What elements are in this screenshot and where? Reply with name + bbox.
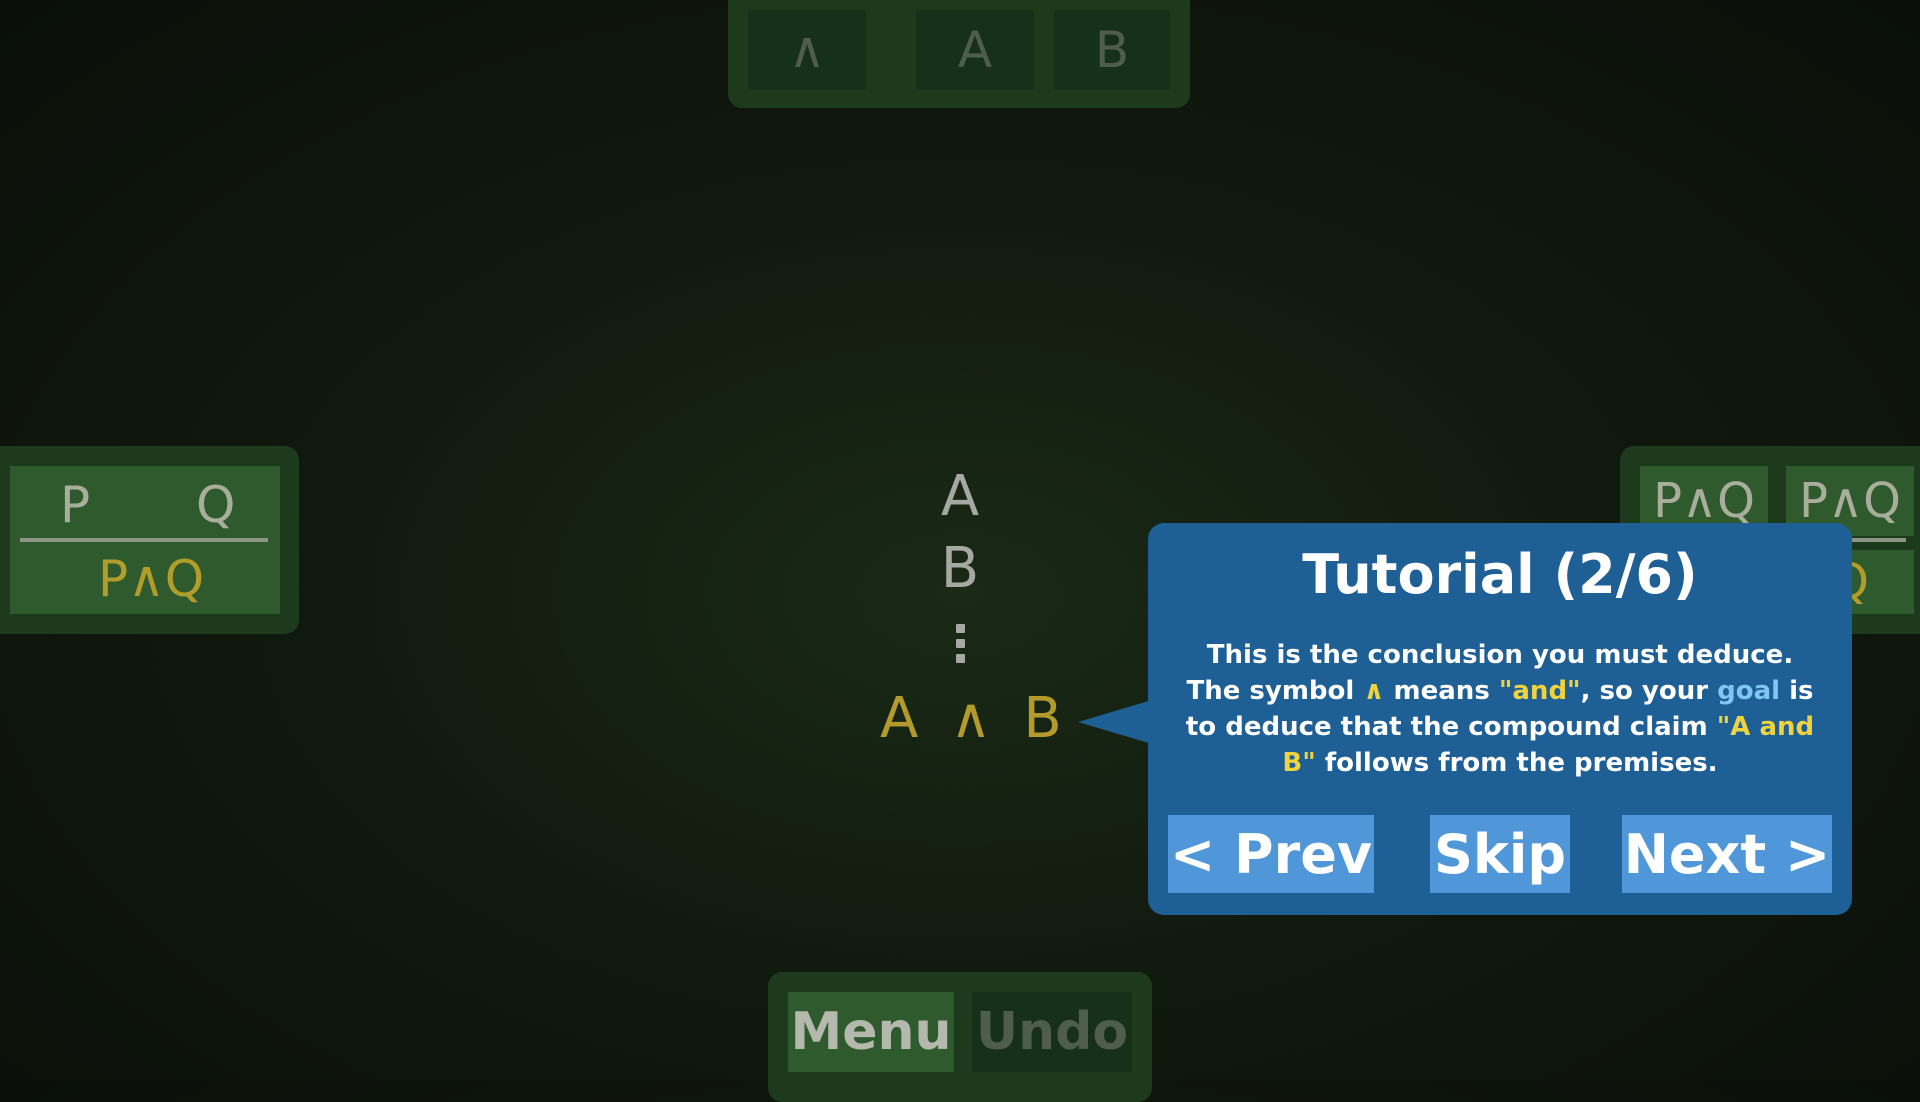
goal-conclusion: A ∧ B: [880, 686, 1062, 751]
tutorial-popup: Tutorial (2/6) This is the conclusion yo…: [1148, 523, 1852, 915]
menu-button[interactable]: Menu: [788, 992, 954, 1072]
rule-card-and-intro[interactable]: P Q P∧Q: [0, 446, 299, 634]
tutorial-title: Tutorial (2/6): [1302, 543, 1698, 606]
goal-left: A: [880, 686, 919, 751]
next-button[interactable]: Next >: [1622, 815, 1832, 893]
rule-inference-line: [20, 538, 268, 542]
rule-premise-right: Q: [196, 476, 236, 534]
undo-button[interactable]: Undo: [972, 992, 1132, 1072]
rule-result: P∧Q: [98, 550, 205, 608]
symbol-tile-a[interactable]: A: [916, 10, 1034, 90]
goal-right: B: [1023, 686, 1062, 751]
prev-button[interactable]: < Prev: [1168, 815, 1374, 893]
symbol-tile-b[interactable]: B: [1054, 10, 1170, 90]
tutorial-body: This is the conclusion you must deduce. …: [1185, 640, 1815, 778]
premise-a: A: [940, 464, 980, 529]
rule-premise-left: P: [60, 476, 91, 534]
symbol-bar: ∧ A B: [728, 0, 1190, 108]
bottom-bar: Menu Undo: [768, 972, 1152, 1102]
symbol-tile-and[interactable]: ∧: [748, 10, 866, 90]
goal-operator: ∧: [950, 686, 992, 751]
proof-gap-dots: [954, 624, 966, 669]
tutorial-pointer: [1078, 700, 1152, 744]
premise-b: B: [940, 536, 980, 601]
skip-button[interactable]: Skip: [1430, 815, 1570, 893]
